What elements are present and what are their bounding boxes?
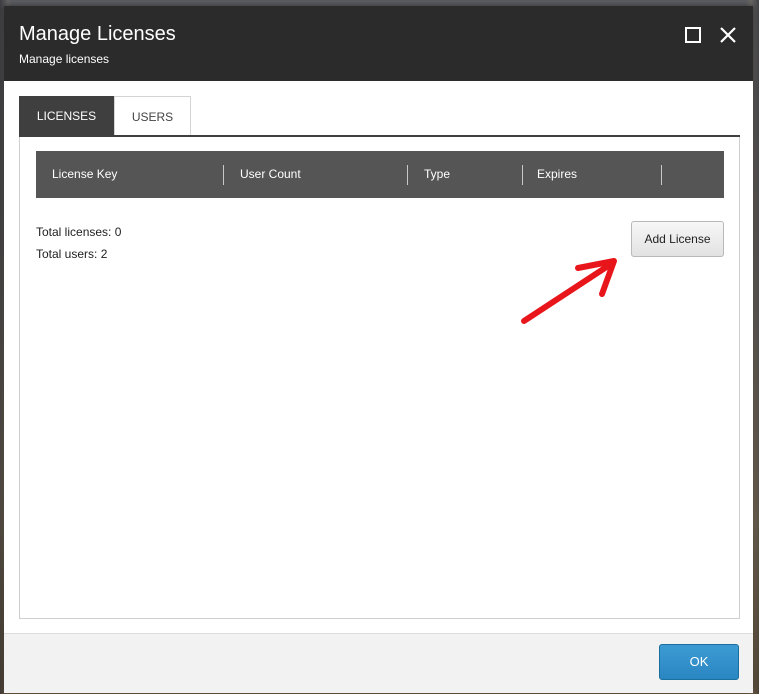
- dialog-titlebar: Manage Licenses Manage licenses: [4, 6, 753, 81]
- column-header-expires[interactable]: Expires: [537, 151, 577, 198]
- maximize-button[interactable]: [681, 23, 705, 47]
- total-users-text: Total users: 2: [36, 247, 108, 261]
- total-licenses-text: Total licenses: 0: [36, 225, 122, 239]
- close-button[interactable]: [716, 23, 740, 47]
- column-separator[interactable]: [407, 165, 408, 185]
- column-header-type[interactable]: Type: [424, 151, 450, 198]
- tab-licenses[interactable]: LICENSES: [19, 96, 114, 136]
- tab-users[interactable]: USERS: [114, 96, 191, 136]
- column-separator[interactable]: [661, 165, 662, 185]
- licenses-panel: License Key User Count Type Expires Tota…: [19, 137, 740, 619]
- ok-button[interactable]: OK: [659, 644, 739, 680]
- red-arrow-icon: [521, 258, 617, 324]
- manage-licenses-dialog: Manage Licenses Manage licenses LICENSES…: [4, 6, 753, 693]
- maximize-icon: [685, 27, 701, 43]
- dialog-subtitle: Manage licenses: [19, 52, 110, 66]
- dialog-title: Manage Licenses: [19, 23, 176, 45]
- column-separator[interactable]: [223, 165, 224, 185]
- dialog-footer: OK: [4, 633, 753, 693]
- column-header-user-count[interactable]: User Count: [240, 151, 301, 198]
- licenses-grid-header: License Key User Count Type Expires: [36, 151, 724, 198]
- column-separator[interactable]: [522, 165, 523, 185]
- column-header-license-key[interactable]: License Key: [52, 151, 117, 198]
- add-license-button[interactable]: Add License: [631, 221, 724, 257]
- close-icon: [720, 27, 736, 43]
